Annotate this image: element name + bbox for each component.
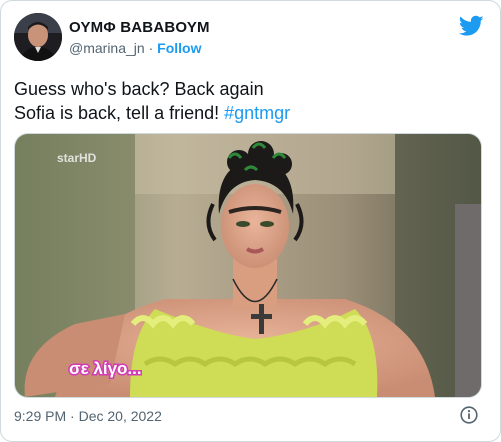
avatar[interactable] [14, 13, 62, 61]
tweet-text: Guess who's back? Back again Sofia is ba… [14, 77, 290, 125]
info-icon[interactable] [460, 406, 478, 424]
tweet-timestamp[interactable]: 9:29 PM · Dec 20, 2022 [14, 408, 162, 424]
media-watermark: starHD [57, 151, 97, 165]
handle-separator: · [148, 40, 154, 56]
author-handle[interactable]: @marina_jn [69, 40, 145, 56]
author-handle-row: @marina_jn · Follow [69, 40, 201, 56]
tweet-card: ΟΥΜΦ ΒΑΒΑΒΟΥΜ @marina_jn · Follow Guess … [0, 0, 501, 442]
author-display-name[interactable]: ΟΥΜΦ ΒΑΒΑΒΟΥΜ [69, 19, 210, 36]
tweet-line-2-text: Sofia is back, tell a friend! [14, 103, 225, 123]
media-image: starHD σε λίγο... [15, 134, 481, 397]
tweet-line-2: Sofia is back, tell a friend! #gntmgr [14, 101, 290, 125]
avatar-image [14, 13, 62, 61]
follow-button[interactable]: Follow [157, 40, 201, 56]
media-caption-overlay: σε λίγο... [69, 359, 142, 378]
tweet-line-1: Guess who's back? Back again [14, 79, 264, 99]
tweet-media[interactable]: starHD σε λίγο... [14, 133, 482, 398]
hashtag-link[interactable]: #gntmgr [224, 103, 290, 123]
twitter-bird-icon[interactable] [459, 15, 484, 37]
